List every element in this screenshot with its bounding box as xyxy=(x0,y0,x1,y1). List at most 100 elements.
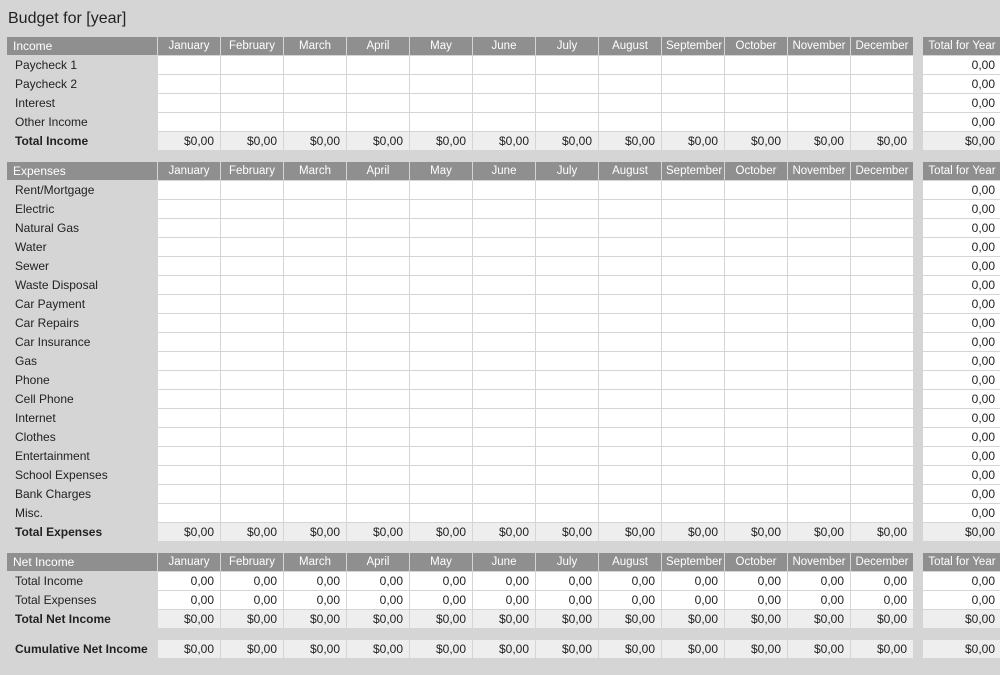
cell[interactable] xyxy=(410,295,472,313)
cell[interactable] xyxy=(725,390,787,408)
cell[interactable] xyxy=(851,428,913,446)
cell[interactable]: $0,00 xyxy=(851,610,913,628)
cell[interactable] xyxy=(536,113,598,131)
cell[interactable] xyxy=(851,466,913,484)
cell[interactable]: $0,00 xyxy=(158,132,220,150)
cell[interactable] xyxy=(347,409,409,427)
cell[interactable]: $0,00 xyxy=(347,132,409,150)
cell[interactable]: 0,00 xyxy=(347,591,409,609)
cell[interactable] xyxy=(347,295,409,313)
cell[interactable] xyxy=(221,75,283,93)
cell[interactable] xyxy=(662,447,724,465)
cell[interactable] xyxy=(410,447,472,465)
cell[interactable]: $0,00 xyxy=(536,523,598,541)
cell[interactable]: $0,00 xyxy=(662,132,724,150)
cell[interactable] xyxy=(158,113,220,131)
cell[interactable] xyxy=(788,447,850,465)
cell[interactable] xyxy=(599,75,661,93)
cell[interactable] xyxy=(473,485,535,503)
cell[interactable] xyxy=(410,56,472,74)
cell[interactable] xyxy=(347,333,409,351)
cell[interactable] xyxy=(851,390,913,408)
cell[interactable] xyxy=(284,485,346,503)
cell[interactable] xyxy=(599,219,661,237)
cell[interactable] xyxy=(725,485,787,503)
cell[interactable] xyxy=(662,504,724,522)
cell[interactable]: 0,00 xyxy=(725,591,787,609)
cell[interactable] xyxy=(158,371,220,389)
cell[interactable] xyxy=(158,276,220,294)
cell[interactable] xyxy=(347,276,409,294)
cell[interactable] xyxy=(158,466,220,484)
cell[interactable] xyxy=(347,113,409,131)
cell[interactable] xyxy=(788,314,850,332)
cell[interactable] xyxy=(410,238,472,256)
cell[interactable] xyxy=(599,314,661,332)
cell[interactable] xyxy=(158,181,220,199)
cell[interactable] xyxy=(473,371,535,389)
cell[interactable] xyxy=(347,466,409,484)
cell[interactable] xyxy=(851,504,913,522)
cell[interactable] xyxy=(851,352,913,370)
cell[interactable] xyxy=(725,371,787,389)
cell[interactable] xyxy=(599,447,661,465)
cell[interactable] xyxy=(851,181,913,199)
cell[interactable] xyxy=(473,200,535,218)
cell[interactable] xyxy=(221,56,283,74)
cell[interactable]: 0,00 xyxy=(473,591,535,609)
cell[interactable]: $0,00 xyxy=(599,640,661,658)
cell[interactable] xyxy=(536,219,598,237)
cell[interactable] xyxy=(158,428,220,446)
cell[interactable] xyxy=(599,428,661,446)
cell[interactable] xyxy=(473,238,535,256)
cell[interactable] xyxy=(347,314,409,332)
cell[interactable]: 0,00 xyxy=(851,591,913,609)
cell[interactable] xyxy=(221,428,283,446)
cell[interactable] xyxy=(536,314,598,332)
cell[interactable] xyxy=(725,200,787,218)
cell[interactable] xyxy=(284,94,346,112)
cell[interactable] xyxy=(284,200,346,218)
cell[interactable] xyxy=(473,56,535,74)
cell[interactable] xyxy=(536,75,598,93)
cell[interactable] xyxy=(221,504,283,522)
cell[interactable] xyxy=(725,56,787,74)
cell[interactable] xyxy=(221,333,283,351)
cell[interactable]: $0,00 xyxy=(221,610,283,628)
cell[interactable]: 0,00 xyxy=(284,591,346,609)
cell[interactable] xyxy=(788,113,850,131)
cell[interactable] xyxy=(410,181,472,199)
cell[interactable] xyxy=(662,238,724,256)
cell[interactable]: $0,00 xyxy=(410,132,472,150)
cell[interactable] xyxy=(662,200,724,218)
cell[interactable] xyxy=(284,352,346,370)
cell[interactable] xyxy=(284,75,346,93)
cell[interactable] xyxy=(788,409,850,427)
cell[interactable] xyxy=(410,333,472,351)
cell[interactable] xyxy=(725,504,787,522)
cell[interactable]: $0,00 xyxy=(599,523,661,541)
cell[interactable] xyxy=(599,333,661,351)
cell[interactable] xyxy=(536,295,598,313)
cell[interactable]: $0,00 xyxy=(473,640,535,658)
cell[interactable] xyxy=(662,276,724,294)
cell[interactable] xyxy=(662,181,724,199)
cell[interactable] xyxy=(284,409,346,427)
cell[interactable]: $0,00 xyxy=(851,640,913,658)
cell[interactable] xyxy=(347,94,409,112)
cell[interactable] xyxy=(851,314,913,332)
cell[interactable]: $0,00 xyxy=(284,640,346,658)
cell[interactable] xyxy=(725,409,787,427)
cell[interactable] xyxy=(851,447,913,465)
cell[interactable] xyxy=(158,238,220,256)
cell[interactable] xyxy=(158,352,220,370)
cell[interactable]: 0,00 xyxy=(788,591,850,609)
cell[interactable] xyxy=(662,371,724,389)
cell[interactable] xyxy=(284,56,346,74)
cell[interactable]: 0,00 xyxy=(410,591,472,609)
cell[interactable] xyxy=(662,428,724,446)
cell[interactable]: $0,00 xyxy=(284,610,346,628)
cell[interactable]: 0,00 xyxy=(158,591,220,609)
cell[interactable] xyxy=(599,200,661,218)
cell[interactable]: $0,00 xyxy=(158,640,220,658)
